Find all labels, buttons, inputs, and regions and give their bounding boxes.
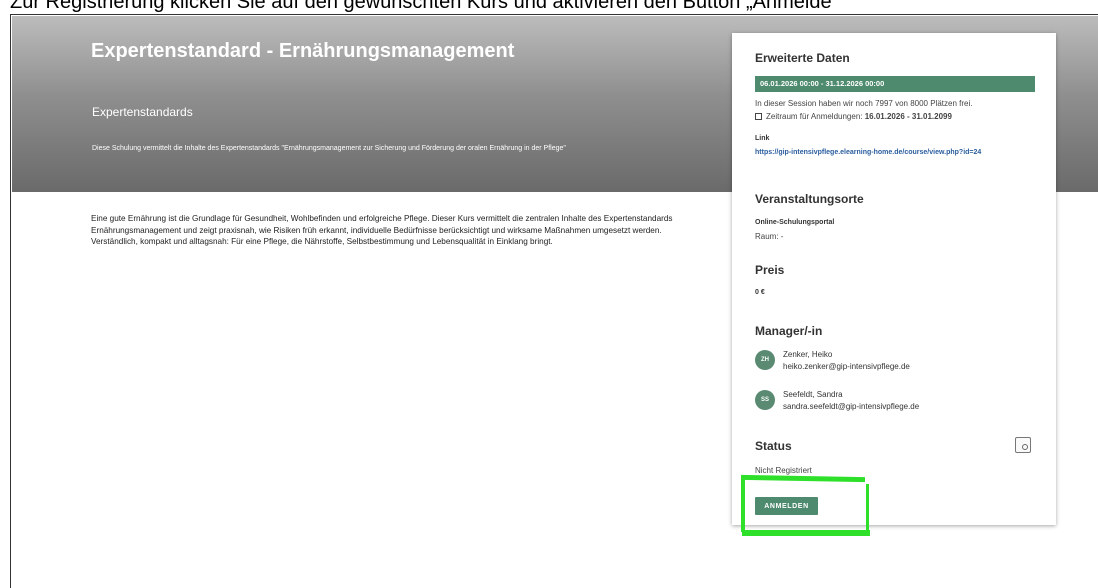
manager-email[interactable]: heiko.zenker@gip-intensivpflege.de <box>783 361 910 373</box>
course-link[interactable]: https://gip-intensivpflege.elearning-hom… <box>755 147 1025 158</box>
manager-email[interactable]: sandra.seefeldt@gip-intensivpflege.de <box>783 401 919 413</box>
course-details-card: Erweiterte Daten 06.01.2026 00:00 - 31.1… <box>732 33 1056 525</box>
venues-heading: Veranstaltungsorte <box>755 192 864 206</box>
highlight-left <box>741 478 745 532</box>
course-title: Expertenstandard - Ernährungsmanagement <box>91 40 515 62</box>
instruction-text: Zur Registrierung klicken Sie auf den ge… <box>10 0 832 13</box>
link-label: Link <box>755 135 770 142</box>
seats-info: In dieser Session haben wir noch 7997 vo… <box>755 99 973 108</box>
manager-contact: Zenker, Heiko heiko.zenker@gip-intensivp… <box>783 349 910 373</box>
registration-period-label: Zeitraum für Anmeldungen: <box>766 112 863 121</box>
course-short-description: Diese Schulung vermittelt die Inhalte de… <box>92 145 566 152</box>
course-category: Expertenstandards <box>92 105 193 119</box>
price-value: 0 € <box>755 289 765 296</box>
course-description: Eine gute Ernährung ist die Grundlage fü… <box>91 214 673 246</box>
status-heading: Status <box>755 439 792 453</box>
session-date-range: 06.01.2026 00:00 - 31.12.2026 00:00 <box>755 76 1035 92</box>
highlight-bottom <box>742 530 870 536</box>
venue-name: Online-Schulungsportal <box>755 219 835 226</box>
manager-contact: Seefeldt, Sandra sandra.seefeldt@gip-int… <box>783 389 919 413</box>
calendar-icon <box>755 113 762 120</box>
register-button[interactable]: ANMELDEN <box>755 497 818 515</box>
price-heading: Preis <box>755 263 785 277</box>
avatar: ZH <box>755 350 775 370</box>
highlight-right <box>866 484 869 532</box>
venue-room: Raum: - <box>755 232 784 241</box>
manager-name: Zenker, Heiko <box>783 350 833 359</box>
managers-heading: Manager/-in <box>755 324 823 338</box>
registration-period-value: 16.01.2026 - 31.01.2099 <box>864 112 952 121</box>
registration-period: Zeitraum für Anmeldungen: 16.01.2026 - 3… <box>755 111 952 122</box>
manager-name: Seefeldt, Sandra <box>783 390 843 399</box>
document-icon[interactable] <box>1015 437 1031 453</box>
avatar: SS <box>755 390 775 410</box>
extended-data-heading: Erweiterte Daten <box>755 51 850 65</box>
